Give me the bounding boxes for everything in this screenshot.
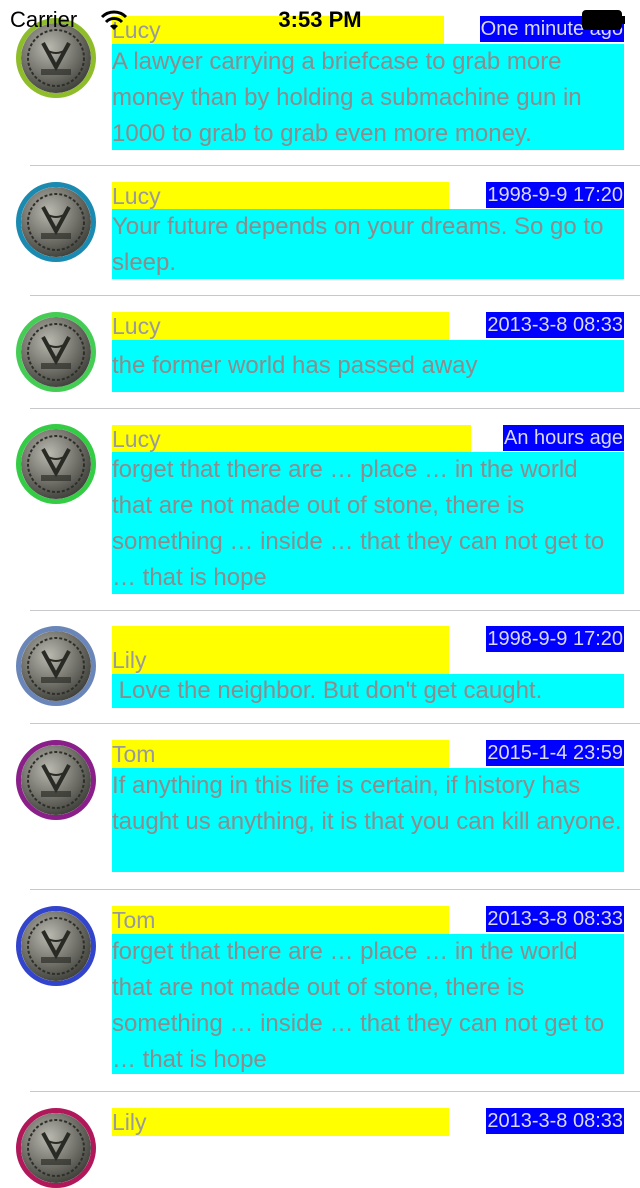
user-name[interactable]: Lucy <box>112 182 449 210</box>
coin-avatar-icon <box>21 631 91 701</box>
timestamp: 2015-1-4 23:59 <box>486 740 624 766</box>
timestamp: An hours age <box>503 425 624 451</box>
timestamp: 1998-9-9 17:20 <box>486 182 624 208</box>
user-name[interactable]: Tom <box>112 740 449 768</box>
cell-separator <box>30 1091 640 1092</box>
cell-separator <box>30 610 640 611</box>
coin-avatar-icon <box>21 187 91 257</box>
avatar[interactable] <box>16 626 96 706</box>
cell-separator <box>30 723 640 724</box>
message-text: Love the neighbor. But don't get caught. <box>112 674 624 708</box>
user-name[interactable]: Tom <box>112 906 449 934</box>
avatar[interactable] <box>16 740 96 820</box>
avatar[interactable] <box>16 312 96 392</box>
message-text: A lawyer carrying a briefcase to grab mo… <box>112 44 624 150</box>
cell-separator <box>30 889 640 890</box>
user-name[interactable]: Lily <box>112 1108 449 1136</box>
user-name[interactable]: Lucy <box>112 425 471 453</box>
coin-avatar-icon <box>21 1113 91 1183</box>
coin-avatar-icon <box>21 911 91 981</box>
cell-separator <box>30 295 640 296</box>
message-text: forget that there are … place … in the w… <box>112 934 624 1074</box>
message-text: forget that there are … place … in the w… <box>112 452 624 594</box>
message-text: the former world has passed away <box>112 340 624 392</box>
timestamp: 2013-3-8 08:33 <box>486 312 624 338</box>
message-text: If anything in this life is certain, if … <box>112 768 624 872</box>
battery-icon <box>582 10 625 30</box>
message-text: Your future depends on your dreams. So g… <box>112 209 624 279</box>
timestamp: 2013-3-8 08:33 <box>486 906 624 932</box>
status-bar: Carrier 3:53 PM <box>0 0 640 40</box>
timestamp: 1998-9-9 17:20 <box>486 626 624 652</box>
status-time: 3:53 PM <box>278 7 362 32</box>
avatar[interactable] <box>16 906 96 986</box>
coin-avatar-icon <box>21 429 91 499</box>
avatar[interactable] <box>16 424 96 504</box>
user-name[interactable]: Lucy <box>112 312 449 340</box>
timestamp: 2013-3-8 08:33 <box>486 1108 624 1134</box>
avatar[interactable] <box>16 182 96 262</box>
cell-separator <box>30 408 640 409</box>
avatar[interactable] <box>16 1108 96 1188</box>
cell-separator <box>30 165 640 166</box>
user-name[interactable]: Lily <box>112 626 449 674</box>
coin-avatar-icon <box>21 317 91 387</box>
coin-avatar-icon <box>21 745 91 815</box>
